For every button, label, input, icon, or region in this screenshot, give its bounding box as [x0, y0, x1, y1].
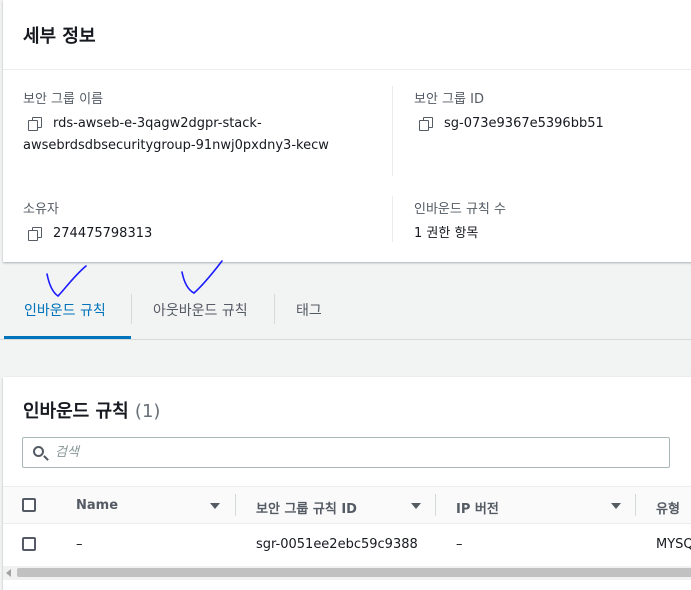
- sg-id-field: 보안 그룹 ID sg-073e9367e5396bb51: [414, 88, 691, 135]
- tab-separator: [131, 294, 132, 324]
- search-input[interactable]: [55, 438, 655, 467]
- sg-id-value: sg-073e9367e5396bb51: [444, 116, 604, 131]
- sort-icon[interactable]: [611, 503, 621, 509]
- details-header: 세부 정보: [3, 0, 691, 70]
- table-row[interactable]: – sgr-0051ee2ebc59c9388 – MYSQ: [3, 524, 691, 564]
- column-resizer[interactable]: [635, 494, 636, 516]
- sg-name-field: 보안 그룹 이름 rds-awseb-e-3qagw2dgpr-stack- a…: [23, 88, 383, 157]
- tab-outbound-rules[interactable]: 아웃바운드 규칙: [153, 300, 248, 320]
- rules-count: (1): [134, 401, 161, 422]
- select-all-checkbox[interactable]: [22, 498, 36, 512]
- inbound-count-value: 1 권한 항목: [414, 226, 479, 241]
- inbound-count-field: 인바운드 규칙 수 1 권한 항목: [414, 198, 691, 245]
- cell-rule-id: sgr-0051ee2ebc59c9388: [256, 537, 418, 552]
- horizontal-scrollbar[interactable]: [3, 566, 691, 580]
- owner-value: 274475798313: [53, 226, 153, 241]
- tab-separator: [274, 294, 275, 324]
- tab-inbound-rules[interactable]: 인바운드 규칙: [24, 300, 106, 320]
- column-header-rule-id[interactable]: 보안 그룹 규칙 ID: [256, 498, 357, 517]
- cell-ip-version: –: [456, 537, 463, 552]
- tab-tags[interactable]: 태그: [296, 300, 322, 320]
- owner-field: 소유자 274475798313: [23, 198, 383, 245]
- sg-name-value-line1: rds-awseb-e-3qagw2dgpr-stack-: [53, 116, 262, 131]
- sort-icon[interactable]: [210, 503, 220, 509]
- scroll-left-icon[interactable]: [6, 569, 11, 577]
- column-resizer[interactable]: [235, 494, 236, 516]
- column-divider: [392, 196, 393, 242]
- row-checkbox[interactable]: [22, 537, 36, 551]
- search-box[interactable]: [22, 437, 670, 468]
- owner-label: 소유자: [23, 202, 59, 217]
- sort-icon[interactable]: [411, 503, 421, 509]
- inbound-rules-panel: 인바운드 규칙 (1) Name 보안 그룹 규칙 ID IP 버전 유형 – …: [3, 377, 691, 590]
- scrollbar-thumb[interactable]: [17, 568, 691, 577]
- column-header-type[interactable]: 유형: [656, 498, 680, 517]
- column-resizer[interactable]: [435, 494, 436, 516]
- security-group-page: 세부 정보 보안 그룹 이름 rds-awseb-e-3qagw2dgpr-st…: [0, 0, 691, 590]
- cell-type: MYSQ: [656, 537, 691, 552]
- table-header: Name 보안 그룹 규칙 ID IP 버전 유형: [3, 486, 691, 524]
- copy-icon[interactable]: [28, 227, 42, 241]
- details-panel: 세부 정보 보안 그룹 이름 rds-awseb-e-3qagw2dgpr-st…: [3, 0, 691, 262]
- tab-bar: 인바운드 규칙 아웃바운드 규칙 태그: [0, 262, 691, 340]
- sg-id-label: 보안 그룹 ID: [414, 92, 484, 107]
- details-title: 세부 정보: [23, 26, 96, 47]
- copy-icon[interactable]: [419, 117, 433, 131]
- column-divider: [392, 86, 393, 176]
- column-header-name[interactable]: Name: [76, 498, 118, 513]
- search-icon: [33, 446, 44, 457]
- active-tab-indicator: [4, 336, 131, 339]
- sg-name-label: 보안 그룹 이름: [23, 92, 104, 107]
- copy-icon[interactable]: [28, 117, 42, 131]
- rules-heading: 인바운드 규칙 (1): [23, 397, 160, 423]
- sg-name-value-line2: awsebrdsdbsecuritygroup-91nwj0pxdny3-kec…: [23, 138, 329, 153]
- inbound-count-label: 인바운드 규칙 수: [414, 202, 506, 217]
- rules-title: 인바운드 규칙: [23, 401, 129, 422]
- column-header-ip-version[interactable]: IP 버전: [456, 498, 499, 517]
- cell-name: –: [76, 537, 83, 552]
